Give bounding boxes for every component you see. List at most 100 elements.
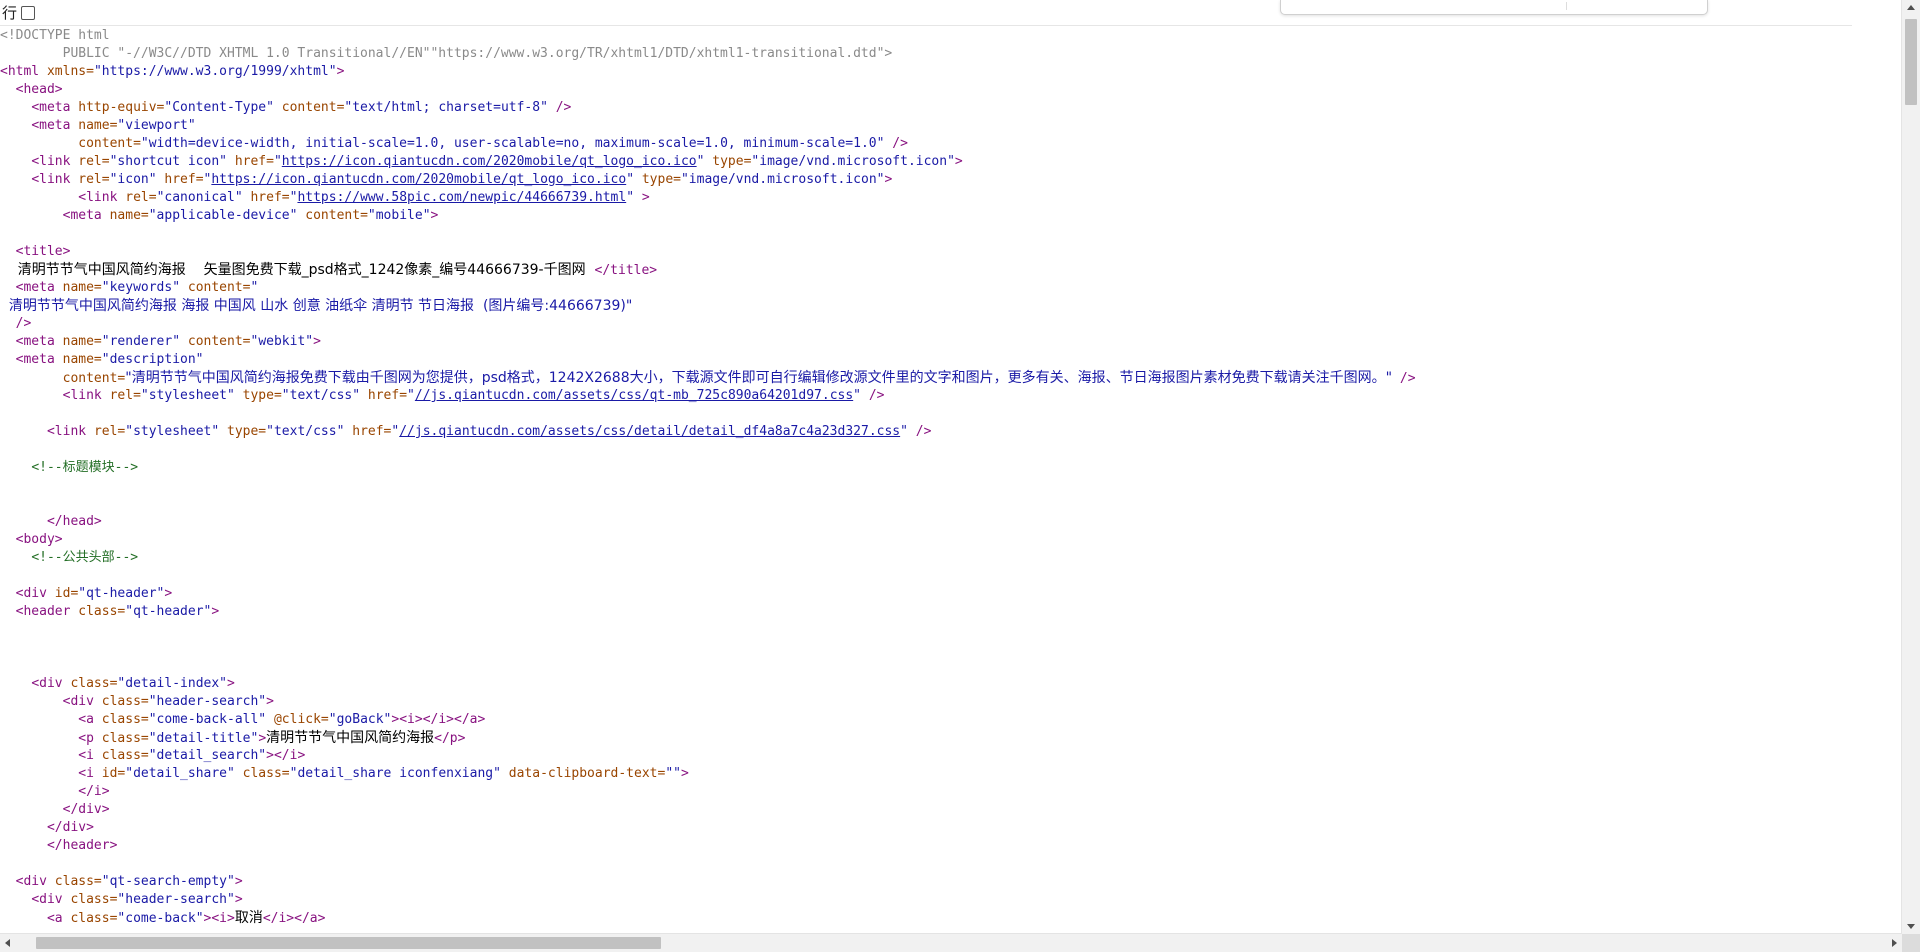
source-token: </header>: [46, 838, 118, 853]
source-token: ": [900, 424, 908, 439]
source-token: <i: [78, 766, 102, 781]
source-token: [0, 316, 16, 331]
source-token: class=: [101, 731, 149, 746]
source-line: <link rel="stylesheet" type="text/css" h…: [0, 387, 885, 405]
source-line: <title>: [0, 243, 71, 261]
source-token: >: [884, 172, 893, 187]
source-token: ": [273, 154, 282, 169]
source-token: [0, 838, 47, 853]
source-token: "detail_share": [125, 766, 235, 781]
source-line: content="width=device-width, initial-sca…: [0, 135, 908, 153]
source-line: <link rel="stylesheet" type="text/css" h…: [0, 423, 931, 441]
source-token: id=: [101, 766, 126, 781]
source-token: <div: [15, 874, 55, 889]
source-token: <head>: [15, 82, 63, 97]
source-line: <meta name="viewport": [0, 117, 195, 135]
source-token: name=: [62, 334, 102, 349]
source-token: <html: [0, 64, 47, 79]
line-wrap-label: 行: [2, 4, 18, 22]
source-token: ": [626, 172, 635, 187]
source-token: <meta: [15, 352, 63, 367]
source-line: </head>: [0, 513, 102, 531]
scroll-right-arrow-icon[interactable]: [1892, 939, 1897, 947]
source-token: [0, 82, 16, 97]
source-token: class=: [70, 911, 118, 926]
source-token: >: [680, 766, 689, 781]
source-line: <i class="detail_search"></i>: [0, 747, 305, 765]
source-line: <div class="header-search">: [0, 693, 274, 711]
source-token: <a: [46, 911, 71, 926]
horizontal-scrollbar[interactable]: [0, 933, 1902, 952]
source-token: type=: [234, 388, 282, 403]
source-token: 清明节节气中国风简约海报: [266, 730, 435, 746]
scroll-down-arrow-icon[interactable]: [1907, 924, 1915, 929]
source-token: name=: [109, 208, 149, 223]
source-token: "header-search": [148, 694, 267, 709]
source-token: >: [266, 694, 274, 709]
source-line: <!DOCTYPE html: [0, 27, 110, 45]
source-line: <div class="qt-search-empty">: [0, 873, 243, 891]
source-token: href=: [360, 388, 408, 403]
source-token: data-clipboard-text=: [500, 766, 666, 781]
source-token: rel=: [109, 388, 141, 403]
source-link[interactable]: //js.qiantucdn.com/assets/css/detail/det…: [399, 424, 900, 439]
source-token: "shortcut icon": [109, 154, 227, 169]
source-token: "keywords": [101, 280, 181, 295]
source-token: name=: [62, 280, 102, 295]
source-line: <!--标题模块-->: [0, 459, 138, 477]
source-token: [0, 190, 78, 205]
source-line: 清明节节气中国风简约海报 海报 中国风 山水 创意 油纸伞 清明节 节日海报 (…: [0, 297, 632, 315]
source-token: [0, 388, 63, 403]
source-line: <!--公共头部-->: [0, 549, 138, 567]
source-token: [0, 208, 63, 223]
scroll-left-arrow-icon[interactable]: [5, 939, 10, 947]
source-link[interactable]: //js.qiantucdn.com/assets/css/qt-mb_725c…: [415, 388, 853, 403]
source-token: "goBack": [328, 712, 392, 727]
source-token: "detail_search": [148, 748, 267, 763]
source-line: <head>: [0, 81, 63, 99]
source-token: href=: [242, 190, 290, 205]
source-token: [0, 424, 47, 439]
source-token: >: [211, 604, 220, 619]
vertical-scrollbar-thumb[interactable]: [1905, 19, 1917, 105]
source-token: "text/html; charset=utf-8": [344, 100, 548, 115]
source-token: "applicable-device": [148, 208, 298, 223]
source-token: [0, 731, 78, 746]
source-token: </p>: [434, 731, 466, 746]
source-token: rel=: [125, 190, 157, 205]
source-code-view: <!DOCTYPE html PUBLIC "-//W3C//DTD XHTML…: [0, 27, 1890, 929]
source-token: [0, 334, 16, 349]
source-token: >: [336, 64, 345, 79]
vertical-scrollbar[interactable]: [1901, 0, 1920, 934]
find-bar[interactable]: [1280, 0, 1708, 15]
source-line: <meta name="applicable-device" content="…: [0, 207, 439, 225]
source-token: http-equiv=: [78, 100, 165, 115]
source-token: "come-back": [117, 911, 204, 926]
source-token: class=: [70, 676, 118, 691]
source-token: ><i></i></a>: [391, 712, 486, 727]
source-link[interactable]: https://icon.qiantucdn.com/2020mobile/qt…: [282, 154, 697, 169]
source-token: [0, 676, 31, 691]
source-link[interactable]: https://icon.qiantucdn.com/2020mobile/qt…: [211, 172, 626, 187]
source-token: [0, 136, 78, 151]
source-token: [0, 802, 63, 817]
scroll-up-arrow-icon[interactable]: [1907, 5, 1915, 10]
source-token: content=: [180, 334, 251, 349]
source-token: >: [634, 190, 650, 205]
source-link[interactable]: https://www.58pic.com/newpic/44666739.ht…: [297, 190, 626, 205]
source-line: </div>: [0, 819, 94, 837]
source-token: "stylesheet": [125, 424, 220, 439]
source-token: "image/vnd.microsoft.icon": [680, 172, 885, 187]
source-token: ": [626, 190, 635, 205]
source-token: "Content-Type": [164, 100, 274, 115]
source-token: >: [234, 874, 243, 889]
source-token: <div: [31, 892, 71, 907]
source-token: type=: [219, 424, 267, 439]
source-token: [0, 892, 31, 907]
source-line: PUBLIC "-//W3C//DTD XHTML 1.0 Transition…: [0, 45, 893, 63]
horizontal-scrollbar-thumb[interactable]: [36, 937, 661, 949]
source-line: <meta name="keywords" content=": [0, 279, 259, 297]
line-wrap-checkbox[interactable]: [21, 5, 36, 20]
source-token: </i>: [78, 784, 110, 799]
source-token: class=: [101, 712, 149, 727]
